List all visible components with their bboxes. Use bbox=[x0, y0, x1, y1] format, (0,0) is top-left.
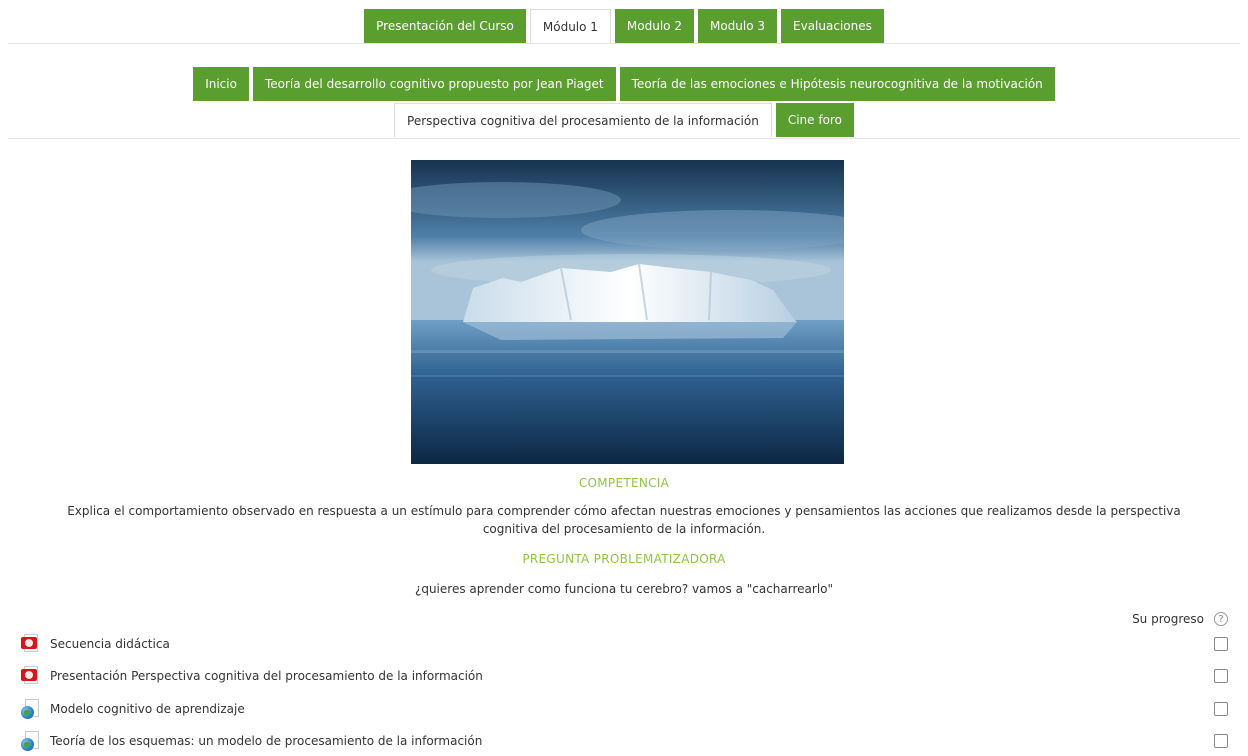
completion-checkbox[interactable] bbox=[1214, 702, 1228, 716]
pdf-icon bbox=[20, 665, 42, 687]
pregunta-heading: PREGUNTA PROBLEMATIZADORA bbox=[522, 552, 726, 566]
tab-perspectiva-cognitiva[interactable]: Perspectiva cognitiva del procesamiento … bbox=[394, 103, 772, 137]
help-icon[interactable]: ? bbox=[1214, 612, 1228, 626]
tab-presentacion-del-curso[interactable]: Presentación del Curso bbox=[364, 9, 526, 43]
activity-item: Teoría de los esquemas: un modelo de pro… bbox=[20, 726, 1228, 756]
subtopic-tab-bar-row2: Perspectiva cognitiva del procesamiento … bbox=[0, 103, 1248, 137]
url-icon bbox=[20, 698, 42, 720]
tab-cine-foro[interactable]: Cine foro bbox=[775, 103, 854, 137]
activity-item: Presentación Perspectiva cognitiva del p… bbox=[20, 661, 1228, 691]
competencia-line-1: Explica el comportamiento observado en r… bbox=[67, 504, 1181, 518]
activity-item: Modelo cognitivo de aprendizaje bbox=[20, 694, 1228, 724]
activity-item: Secuencia didáctica bbox=[20, 629, 1228, 659]
activity-link-teoria-esquemas[interactable]: Teoría de los esquemas: un modelo de pro… bbox=[50, 734, 1214, 748]
pdf-icon bbox=[20, 633, 42, 655]
progress-label: Su progreso bbox=[1132, 612, 1204, 626]
tab-modulo-2[interactable]: Modulo 2 bbox=[614, 9, 694, 43]
completion-checkbox[interactable] bbox=[1214, 669, 1228, 683]
activity-link-secuencia-didactica[interactable]: Secuencia didáctica bbox=[50, 637, 1214, 651]
activity-link-presentacion[interactable]: Presentación Perspectiva cognitiva del p… bbox=[50, 669, 1214, 683]
tab-teoria-emociones[interactable]: Teoría de las emociones e Hipótesis neur… bbox=[619, 67, 1055, 101]
completion-checkbox[interactable] bbox=[1214, 734, 1228, 748]
url-icon bbox=[20, 730, 42, 752]
tab-teoria-piaget[interactable]: Teoría del desarrollo cognitivo propuest… bbox=[252, 67, 616, 101]
competencia-text: Explica el comportamiento observado en r… bbox=[0, 502, 1248, 538]
tab-inicio[interactable]: Inicio bbox=[193, 67, 249, 101]
subtopic-tab-bar-row1: Inicio Teoría del desarrollo cognitivo p… bbox=[0, 67, 1248, 101]
tab-evaluaciones[interactable]: Evaluaciones bbox=[781, 9, 884, 43]
tab-modulo-3[interactable]: Modulo 3 bbox=[697, 9, 778, 43]
competencia-heading: COMPETENCIA bbox=[578, 476, 670, 490]
completion-checkbox[interactable] bbox=[1214, 637, 1228, 651]
module-tab-bar: Presentación del Curso Módulo 1 Modulo 2… bbox=[0, 9, 1248, 43]
activity-link-modelo-cognitivo[interactable]: Modelo cognitivo de aprendizaje bbox=[50, 702, 1214, 716]
pregunta-text: ¿quieres aprender como funciona tu cereb… bbox=[414, 582, 834, 596]
tab-modulo-1[interactable]: Módulo 1 bbox=[529, 9, 611, 43]
iceberg-image bbox=[411, 160, 844, 464]
competencia-line-2: cognitiva del procesamiento de la inform… bbox=[482, 522, 766, 536]
progress-header: Su progreso ? bbox=[1132, 612, 1228, 626]
tab-divider bbox=[8, 43, 1240, 44]
subtab-divider bbox=[8, 138, 1240, 139]
